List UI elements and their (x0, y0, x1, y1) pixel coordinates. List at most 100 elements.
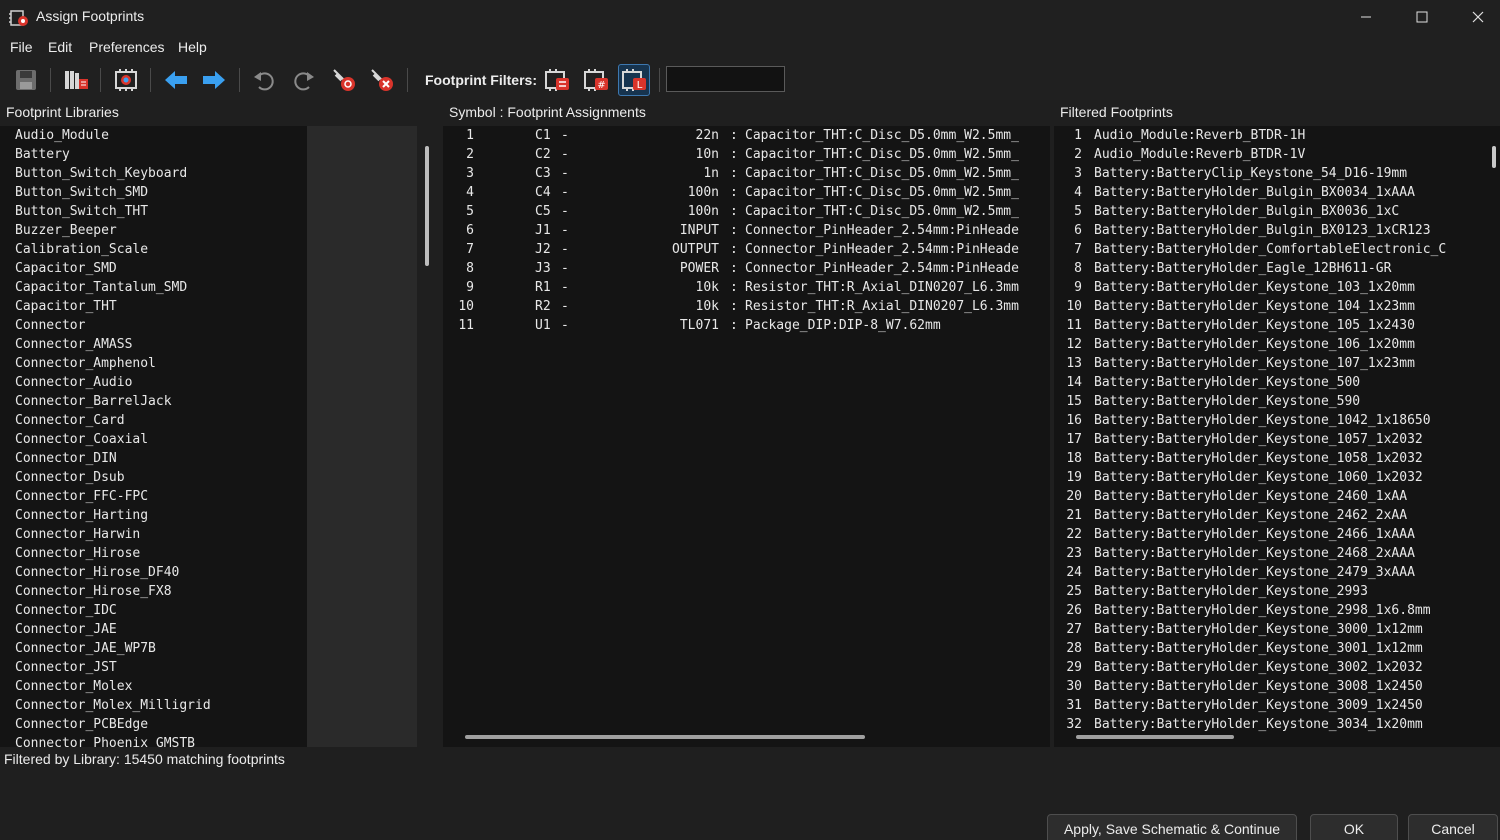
library-item[interactable]: Capacitor_Tantalum_SMD (15, 278, 187, 297)
filtered-horizontal-scroll-thumb[interactable] (1076, 735, 1234, 739)
filtered-footprint-row[interactable]: 29 Battery:BatteryHolder_Keystone_3002_1x… (1054, 658, 1486, 677)
filtered-footprint-row[interactable]: 17 Battery:BatteryHolder_Keystone_1057_1x… (1054, 430, 1486, 449)
filtered-footprint-row[interactable]: 16 Battery:BatteryHolder_Keystone_1042_1x… (1054, 411, 1486, 430)
menu-preferences[interactable]: Preferences (89, 39, 164, 55)
assignment-row[interactable]: 5 C5- 100n: Capacitor_THT:C_Disc_D5.0mm_W2.… (443, 202, 1050, 221)
filtered-footprint-row[interactable]: 11 Battery:BatteryHolder_Keystone_105_1x2… (1054, 316, 1486, 335)
filtered-vertical-scroll-thumb[interactable] (1492, 146, 1496, 168)
library-item[interactable]: Connector_Molex_Milligrid (15, 696, 211, 715)
filtered-footprint-row[interactable]: 28 Battery:BatteryHolder_Keystone_3001_1x… (1054, 639, 1486, 658)
library-item[interactable]: Connector_PCBEdge (15, 715, 148, 734)
assignment-row[interactable]: 4 C4- 100n: Capacitor_THT:C_Disc_D5.0mm_W2.… (443, 183, 1050, 202)
filtered-footprint-row[interactable]: 24 Battery:BatteryHolder_Keystone_2479_3x… (1054, 563, 1486, 582)
library-item[interactable]: Connector_Hirose_FX8 (15, 582, 172, 601)
filtered-footprint-row[interactable]: 4 Battery:BatteryHolder_Bulgin_BX0034_1xA… (1054, 183, 1486, 202)
assignment-row[interactable]: 6 J1- INPUT: Connector_PinHeader_2.54mm:Pin… (443, 221, 1050, 240)
filtered-footprint-row[interactable]: 32 Battery:BatteryHolder_Keystone_3034_1x… (1054, 715, 1486, 734)
filtered-footprint-row[interactable]: 8 Battery:BatteryHolder_Eagle_12BH611-GR (1054, 259, 1486, 278)
library-item[interactable]: Connector_FFC-FPC (15, 487, 148, 506)
library-item[interactable]: Connector_Card (15, 411, 125, 430)
footprint-filter-input[interactable] (666, 66, 785, 92)
save-button[interactable] (10, 64, 42, 96)
filtered-footprint-row[interactable]: 25 Battery:BatteryHolder_Keystone_2993 (1054, 582, 1486, 601)
redo-button[interactable] (288, 64, 320, 96)
cancel-button[interactable]: Cancel (1408, 814, 1498, 840)
assignment-row[interactable]: 9 R1- 10k: Resistor_THT:R_Axial_DIN0207_L6.… (443, 278, 1050, 297)
close-button[interactable] (1450, 0, 1500, 34)
assignment-row[interactable]: 1 C1- 22n: Capacitor_THT:C_Disc_D5.0mm_W2.5… (443, 126, 1050, 145)
libraries-vertical-scrollbar[interactable] (417, 126, 437, 747)
library-item[interactable]: Capacitor_SMD (15, 259, 117, 278)
assignments-list[interactable]: 1 C1-22n: Capacitor_THT:C_Disc_D5.0mm_W2.5… (443, 126, 1050, 747)
undo-button[interactable] (248, 64, 280, 96)
filter-by-keywords-button[interactable] (541, 64, 573, 96)
library-item[interactable]: Button_Switch_THT (15, 202, 148, 221)
footprint-viewer-button[interactable] (110, 64, 142, 96)
filtered-footprint-row[interactable]: 14 Battery:BatteryHolder_Keystone_500 (1054, 373, 1486, 392)
filtered-footprint-row[interactable]: 21 Battery:BatteryHolder_Keystone_2462_2x… (1054, 506, 1486, 525)
library-item[interactable]: Connector_Audio (15, 373, 132, 392)
ok-button[interactable]: OK (1310, 814, 1398, 840)
library-item[interactable]: Connector (15, 316, 85, 335)
library-manager-button[interactable] (60, 64, 92, 96)
filter-by-library-button[interactable]: L (618, 64, 650, 96)
library-item[interactable]: Connector_Hirose (15, 544, 140, 563)
filtered-footprints-list[interactable]: 32 Battery:BatteryHolder_Keystone_3034_1x… (1054, 126, 1500, 747)
assignment-row[interactable]: 8 J3- POWER: Connector_PinHeader_2.54mm:Pin… (443, 259, 1050, 278)
next-unassigned-button[interactable] (198, 64, 230, 96)
filtered-footprint-row[interactable]: 23 Battery:BatteryHolder_Keystone_2468_2x… (1054, 544, 1486, 563)
filtered-footprint-row[interactable]: 30 Battery:BatteryHolder_Keystone_3008_1x… (1054, 677, 1486, 696)
assignment-row[interactable]: 7 J2- OUTPUT: Connector_PinHeader_2.54mm:Pi… (443, 240, 1050, 259)
assignment-row[interactable]: 10 R2- 10k: Resistor_THT:R_Axial_DIN0207_L6… (443, 297, 1050, 316)
filtered-footprint-row[interactable]: 31 Battery:BatteryHolder_Keystone_3009_1x… (1054, 696, 1486, 715)
library-item[interactable]: Connector_JAE (15, 620, 117, 639)
delete-associations-button[interactable] (366, 64, 398, 96)
filtered-footprint-row[interactable]: 15 Battery:BatteryHolder_Keystone_590 (1054, 392, 1486, 411)
library-item[interactable]: Connector_IDC (15, 601, 117, 620)
library-item[interactable]: Calibration_Scale (15, 240, 148, 259)
filtered-footprint-row[interactable]: 22 Battery:BatteryHolder_Keystone_2466_1x… (1054, 525, 1486, 544)
libraries-scroll-thumb[interactable] (425, 146, 429, 266)
filtered-footprint-row[interactable]: 6 Battery:BatteryHolder_Bulgin_BX0123_1xC… (1054, 221, 1486, 240)
menu-help[interactable]: Help (178, 39, 207, 55)
filtered-footprint-row[interactable]: 26 Battery:BatteryHolder_Keystone_2998_1x… (1054, 601, 1486, 620)
library-item[interactable]: Connector_Coaxial (15, 430, 148, 449)
filtered-footprint-row[interactable]: 20 Battery:BatteryHolder_Keystone_2460_1x… (1054, 487, 1486, 506)
library-item[interactable]: Connector_Harwin (15, 525, 140, 544)
library-item[interactable]: Connector_BarrelJack (15, 392, 172, 411)
filtered-footprint-row[interactable]: 13 Battery:BatteryHolder_Keystone_107_1x2… (1054, 354, 1486, 373)
assignment-row[interactable]: 11 U1- TL071: Package_DIP:DIP-8_W7.62mm (443, 316, 1050, 335)
library-item[interactable]: Capacitor_THT (15, 297, 117, 316)
menu-file[interactable]: File (10, 39, 33, 55)
filtered-footprint-row[interactable]: 19 Battery:BatteryHolder_Keystone_1060_1x… (1054, 468, 1486, 487)
filtered-footprint-row[interactable]: 5 Battery:BatteryHolder_Bulgin_BX0036_1xC (1054, 202, 1486, 221)
filtered-footprint-row[interactable]: 9 Battery:BatteryHolder_Keystone_103_1x20… (1054, 278, 1486, 297)
filtered-footprint-row[interactable]: 27 Battery:BatteryHolder_Keystone_3000_1x… (1054, 620, 1486, 639)
filtered-footprint-row[interactable]: 7 Battery:BatteryHolder_ComfortableElectr… (1054, 240, 1486, 259)
library-item[interactable]: Connector_Harting (15, 506, 148, 525)
assignment-row[interactable]: 3 C3- 1n: Capacitor_THT:C_Disc_D5.0mm_W2.5m… (443, 164, 1050, 183)
library-item[interactable]: Connector_JST (15, 658, 117, 677)
library-item[interactable]: Connector_JAE_WP7B (15, 639, 156, 658)
library-item[interactable]: Connector_Amphenol (15, 354, 156, 373)
library-item[interactable]: Buzzer_Beeper (15, 221, 117, 240)
filtered-footprint-row[interactable]: 3 Battery:BatteryClip_Keystone_54_D16-19m… (1054, 164, 1486, 183)
library-item[interactable]: Connector_Dsub (15, 468, 125, 487)
footprint-libraries-list[interactable]: Audio_Module Battery Button_Switch_Keyboar… (0, 126, 307, 747)
filtered-footprint-row[interactable]: 1 Audio_Module:Reverb_BTDR-1H (1054, 126, 1486, 145)
library-item[interactable]: Connector_Molex (15, 677, 132, 696)
filtered-footprint-row[interactable]: 2 Audio_Module:Reverb_BTDR-1V (1054, 145, 1486, 164)
assignments-horizontal-scroll-thumb[interactable] (465, 735, 865, 739)
library-item[interactable]: Button_Switch_SMD (15, 183, 148, 202)
minimize-button[interactable] (1338, 0, 1394, 34)
library-item[interactable]: Connector_Hirose_DF40 (15, 563, 179, 582)
library-item[interactable]: Connector_AMASS (15, 335, 132, 354)
previous-unassigned-button[interactable] (160, 64, 192, 96)
assignment-row[interactable]: 2 C2- 10n: Capacitor_THT:C_Disc_D5.0mm_W2.5… (443, 145, 1050, 164)
library-item[interactable]: Connector_DIN (15, 449, 117, 468)
filter-by-pin-count-button[interactable]: # (580, 64, 612, 96)
library-item[interactable]: Button_Switch_Keyboard (15, 164, 187, 183)
library-item[interactable]: Battery (15, 145, 70, 164)
apply-save-continue-button[interactable]: Apply, Save Schematic & Continue (1047, 814, 1297, 840)
filtered-footprint-row[interactable]: 12 Battery:BatteryHolder_Keystone_106_1x2… (1054, 335, 1486, 354)
